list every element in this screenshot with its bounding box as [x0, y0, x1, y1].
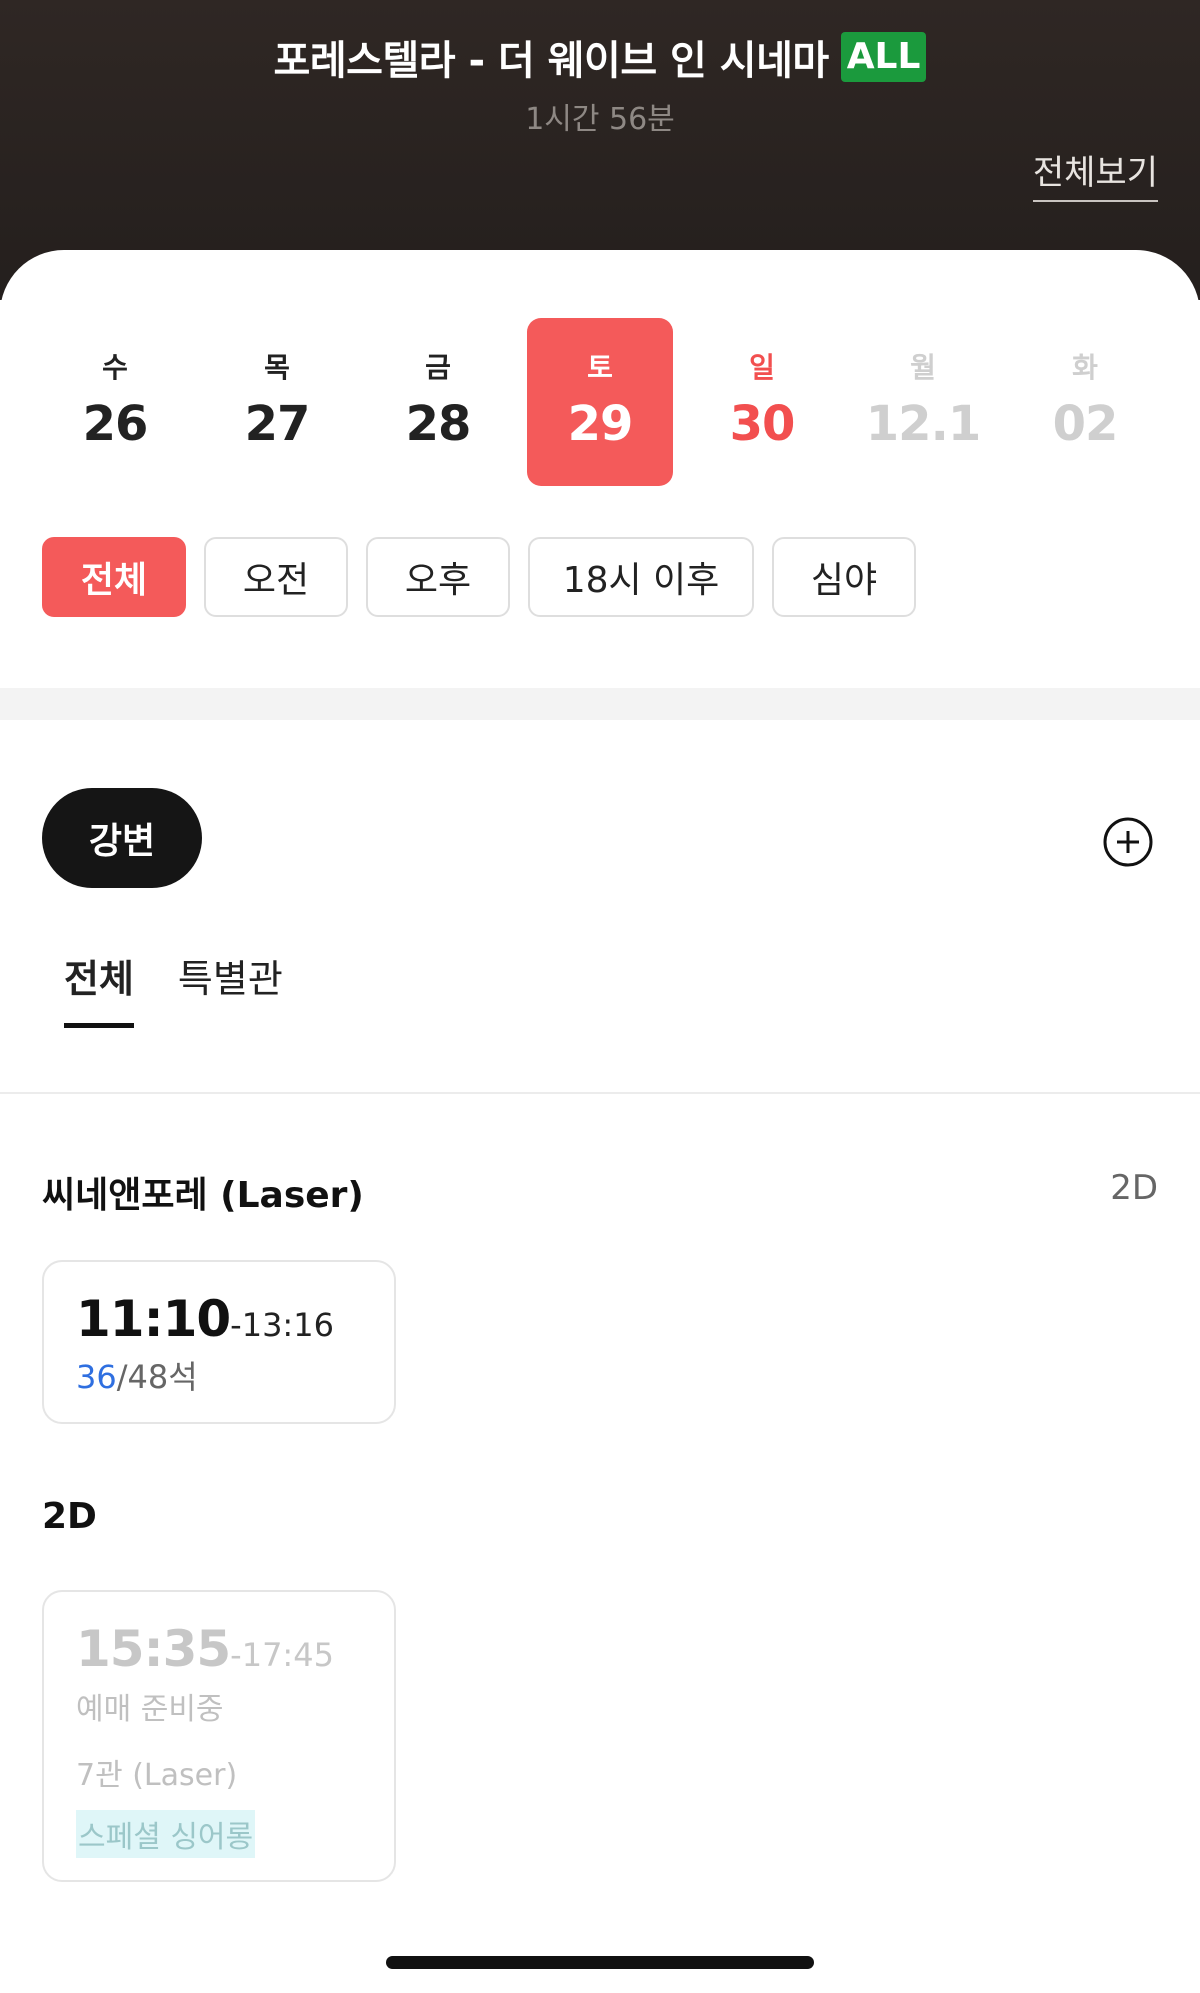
- date-number: 28: [405, 396, 472, 452]
- date-selector: 수 26 목 27 금 28 토 29 일 30 월 12.1 화 02: [0, 318, 1200, 486]
- movie-title: 포레스텔라 - 더 웨이브 인 시네마: [273, 38, 830, 84]
- seat-count: 36/48석: [76, 1352, 198, 1398]
- tab-special-hall[interactable]: 특별관: [178, 948, 283, 1028]
- date-weekday: 목: [264, 351, 290, 384]
- date-weekday: 수: [102, 351, 128, 384]
- date-item[interactable]: 금 28: [365, 318, 511, 486]
- date-item-disabled: 월 12.1: [850, 318, 996, 486]
- seats-available: 36: [76, 1358, 117, 1396]
- special-tag: 스페셜 싱어롱: [76, 1810, 256, 1858]
- time-filter-bar: 전체 오전 오후 18시 이후 심야: [42, 537, 916, 617]
- home-indicator: [386, 1956, 814, 1969]
- format-label: 2D: [1110, 1168, 1158, 1208]
- filter-after-18[interactable]: 18시 이후: [528, 537, 754, 617]
- date-item[interactable]: 일 30: [689, 318, 835, 486]
- filter-all[interactable]: 전체: [42, 537, 186, 617]
- date-number: 02: [1052, 396, 1119, 452]
- date-number: 12.1: [865, 396, 981, 452]
- date-item[interactable]: 수 26: [42, 318, 188, 486]
- end-time: -13:16: [230, 1306, 334, 1344]
- seats-total: /48석: [116, 1358, 198, 1396]
- date-weekday: 토: [587, 351, 613, 384]
- filter-morning[interactable]: 오전: [204, 537, 348, 617]
- filter-late-night[interactable]: 심야: [772, 537, 916, 617]
- hall-name: 7관 (Laser): [76, 1758, 238, 1793]
- date-number: 27: [244, 396, 311, 452]
- date-item-disabled: 화 02: [1012, 318, 1158, 486]
- end-time: -17:45: [230, 1636, 334, 1674]
- date-number: 29: [567, 396, 634, 452]
- filter-afternoon[interactable]: 오후: [366, 537, 510, 617]
- date-number: 30: [729, 396, 796, 452]
- tab-all[interactable]: 전체: [64, 948, 134, 1028]
- date-weekday: 금: [425, 351, 451, 384]
- showtime-time: 11:10-13:16: [76, 1290, 334, 1348]
- section-divider: [0, 688, 1200, 720]
- rating-badge: ALL: [840, 32, 927, 82]
- tabs-divider: [0, 1092, 1200, 1094]
- region-pill[interactable]: 강변: [42, 788, 202, 888]
- date-weekday: 월: [910, 351, 936, 384]
- date-number: 26: [82, 396, 149, 452]
- start-time: 15:35: [76, 1620, 231, 1678]
- date-item-selected[interactable]: 토 29: [527, 318, 673, 486]
- start-time: 11:10: [76, 1290, 231, 1348]
- section-title: 씨네앤포레 (Laser): [42, 1175, 364, 1216]
- view-all-link[interactable]: 전체보기: [1032, 145, 1158, 202]
- section-title: 2D: [42, 1496, 97, 1537]
- showtime-card-disabled: 15:35-17:45 예매 준비중 7관 (Laser) 스페셜 싱어롱: [42, 1590, 396, 1882]
- plus-circle-icon[interactable]: [1102, 816, 1154, 868]
- booking-status: 예매 준비중: [76, 1692, 224, 1727]
- runtime: 1시간 56분: [525, 102, 675, 137]
- hall-type-tabs: 전체 특별관: [64, 948, 283, 1028]
- title-row: 포레스텔라 - 더 웨이브 인 시네마 ALL: [0, 28, 1200, 86]
- date-weekday: 화: [1072, 351, 1098, 384]
- showtime-time: 15:35-17:45: [76, 1620, 334, 1678]
- date-weekday: 일: [749, 351, 775, 384]
- date-item[interactable]: 목 27: [204, 318, 350, 486]
- showtime-card[interactable]: 11:10-13:16 36/48석: [42, 1260, 396, 1424]
